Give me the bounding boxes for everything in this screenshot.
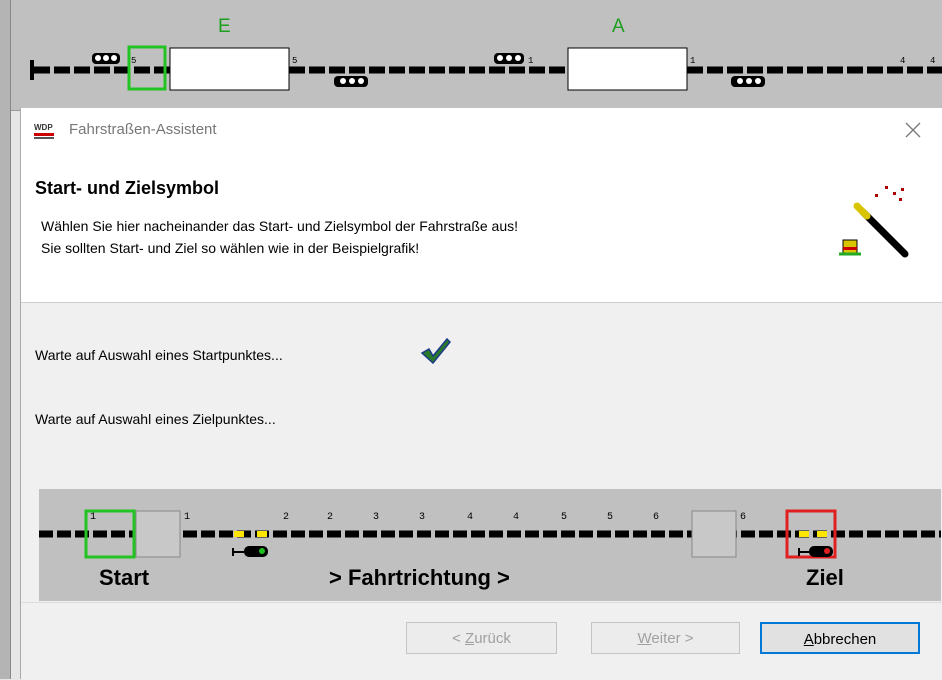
back-button[interactable]: < Zurück bbox=[406, 622, 557, 654]
signal-icon[interactable] bbox=[334, 76, 368, 87]
wizard-header: Start- und Zielsymbol Wählen Sie hier na… bbox=[21, 152, 942, 303]
example-number: 3 bbox=[373, 512, 380, 523]
wdp-logo-icon: WDP bbox=[33, 120, 55, 140]
next-label: eiter > bbox=[651, 630, 694, 647]
block-e[interactable] bbox=[169, 47, 290, 91]
status-ziel: Warte auf Auswahl eines Zielpunktes... bbox=[35, 411, 276, 427]
route-wizard-dialog: WDP Fahrstraßen-Assistent Start- und Zie… bbox=[20, 108, 942, 680]
example-number: 4 bbox=[467, 512, 474, 523]
svg-text:WDP: WDP bbox=[34, 123, 53, 132]
magic-wand-icon bbox=[839, 186, 909, 258]
instruction-line: Wählen Sie hier nacheinander das Start- … bbox=[41, 218, 519, 234]
back-label: urück bbox=[474, 630, 511, 647]
close-icon bbox=[905, 122, 921, 138]
cancel-button[interactable]: Abbrechen bbox=[760, 622, 920, 654]
window-edge bbox=[0, 0, 11, 679]
dialog-title: Fahrstraßen-Assistent bbox=[69, 121, 217, 138]
track-number: 5 bbox=[292, 56, 298, 66]
example-ziel-label: Ziel bbox=[806, 565, 844, 590]
example-number: 1 bbox=[90, 512, 97, 523]
example-number: 2 bbox=[283, 512, 290, 523]
signal-icon[interactable] bbox=[92, 53, 120, 64]
track-number: 1 bbox=[528, 56, 534, 66]
close-button[interactable] bbox=[893, 114, 933, 146]
title-bar[interactable]: WDP Fahrstraßen-Assistent bbox=[21, 108, 942, 152]
track-layout-canvas[interactable]: E A 5 5 1 1 4 4 bbox=[0, 0, 942, 111]
instruction-line: Sie sollten Start- und Ziel so wählen wi… bbox=[41, 240, 420, 256]
example-number: 3 bbox=[419, 512, 426, 523]
example-number: 2 bbox=[327, 512, 334, 523]
example-number: 5 bbox=[607, 512, 614, 523]
back-prefix: < bbox=[452, 630, 466, 647]
track-number: 4 bbox=[900, 56, 906, 66]
example-number: 4 bbox=[513, 512, 520, 523]
signal-icon[interactable] bbox=[494, 53, 524, 64]
cancel-accel: A bbox=[803, 631, 814, 648]
track-drawing bbox=[30, 45, 942, 91]
example-graphic: 1 1 2 2 3 3 4 4 5 5 6 6 Start > Fahrtric… bbox=[39, 489, 941, 601]
back-accel: Z bbox=[465, 630, 475, 647]
signal-icon[interactable] bbox=[731, 76, 765, 87]
example-number: 6 bbox=[653, 512, 660, 523]
cancel-label: bbrechen bbox=[813, 631, 877, 648]
track-number: 4 bbox=[930, 56, 936, 66]
next-accel: W bbox=[637, 630, 652, 647]
next-button[interactable]: Weiter > bbox=[591, 622, 740, 654]
track-number: 1 bbox=[690, 56, 696, 66]
example-start-label: Start bbox=[99, 565, 150, 590]
example-number: 1 bbox=[184, 512, 191, 523]
example-direction-label: > Fahrtrichtung > bbox=[329, 565, 510, 590]
checkmark-icon bbox=[420, 337, 451, 364]
buffer-stop bbox=[30, 60, 34, 80]
block-a[interactable] bbox=[567, 47, 688, 91]
button-bar: < Zurück Weiter > Abbrechen bbox=[21, 602, 942, 680]
example-number: 6 bbox=[740, 512, 747, 523]
status-start: Warte auf Auswahl eines Startpunktes... bbox=[35, 347, 283, 363]
track-number: 5 bbox=[131, 56, 137, 66]
page-title: Start- und Zielsymbol bbox=[35, 178, 220, 198]
example-number: 5 bbox=[561, 512, 568, 523]
